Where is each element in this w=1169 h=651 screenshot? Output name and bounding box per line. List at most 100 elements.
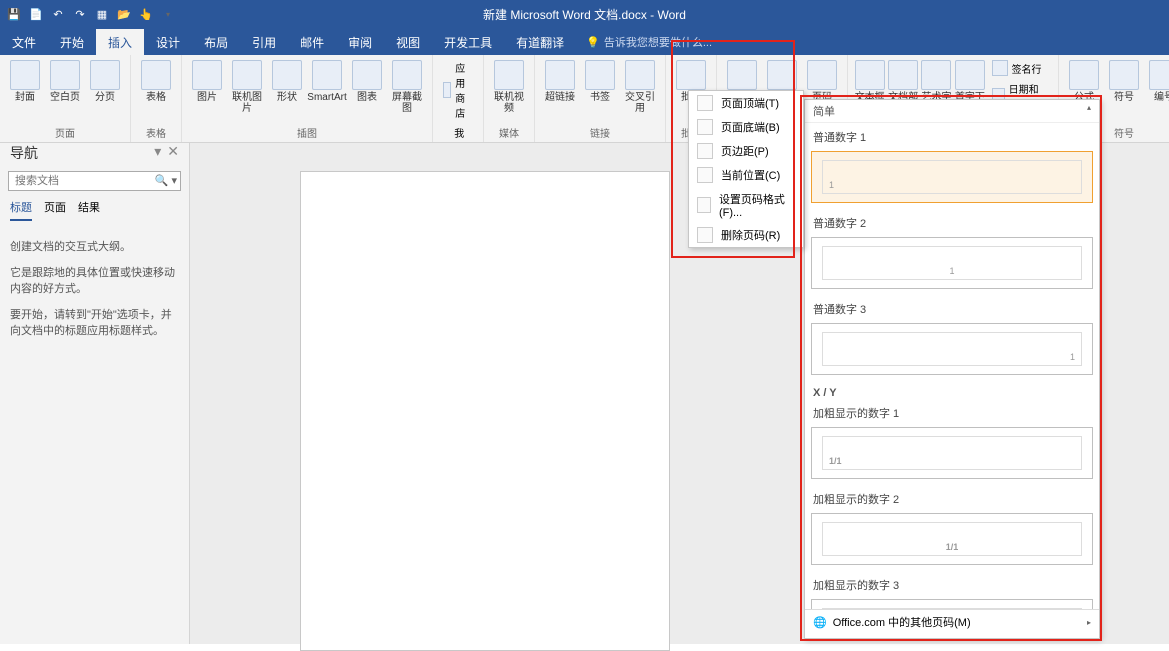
gallery-item-preview[interactable]: 1/1 xyxy=(811,513,1093,565)
nav-search: 🔍 ▾ xyxy=(8,171,181,191)
ribbon-btn[interactable]: 联机视频 xyxy=(490,58,528,116)
lightbulb-icon: 💡 xyxy=(586,36,600,49)
search-icon[interactable]: 🔍 ▾ xyxy=(155,174,177,187)
nav-body: 创建文档的交互式大纲。 它是跟踪地的具体位置或快速移动内容的好方式。 要开始，请… xyxy=(0,227,189,361)
page-number-preview: 1 xyxy=(1070,352,1075,362)
touch-icon[interactable]: 👆 xyxy=(138,7,154,23)
dropdown-item-label: 页边距(P) xyxy=(721,143,769,159)
gallery-item-preview[interactable]: 1/1 xyxy=(811,599,1093,609)
tab-design[interactable]: 设计 xyxy=(144,29,192,55)
tab-home[interactable]: 开始 xyxy=(48,29,96,55)
ribbon-btn-small[interactable]: 签名行 xyxy=(988,58,1052,78)
ribbon-label: 屏幕截图 xyxy=(388,92,426,114)
ribbon-btn[interactable]: 图表 xyxy=(348,58,386,105)
tab-references[interactable]: 引用 xyxy=(240,29,288,55)
open-icon[interactable]: 📂 xyxy=(116,7,132,23)
gallery-collapse-icon[interactable]: ▴ xyxy=(1087,103,1091,119)
redo-icon[interactable]: ↷ xyxy=(72,7,88,23)
dropdown-item-icon xyxy=(697,119,713,135)
ribbon-icon xyxy=(1109,60,1139,90)
ribbon-btn[interactable]: 艺术字 xyxy=(921,58,952,105)
ribbon-btn[interactable]: SmartArt xyxy=(308,58,346,105)
chevron-right-icon: ▸ xyxy=(1087,618,1091,627)
ribbon-label: 应用商店 xyxy=(455,60,473,120)
ribbon-icon xyxy=(494,60,524,90)
dropdown-item[interactable]: 页边距(P) xyxy=(689,139,803,163)
preview-icon[interactable]: ▦ xyxy=(94,7,110,23)
tab-mailings[interactable]: 邮件 xyxy=(288,29,336,55)
ribbon-group-4: 联机视频媒体 xyxy=(484,55,535,142)
ribbon-btn[interactable]: 公式 xyxy=(1065,58,1103,105)
tab-layout[interactable]: 布局 xyxy=(192,29,240,55)
ribbon-icon xyxy=(888,60,918,90)
nav-close-icon[interactable]: ✕ xyxy=(167,143,179,163)
gallery-office-more[interactable]: 🌐 Office.com 中的其他页码(M) ▸ xyxy=(805,609,1099,634)
save-icon[interactable]: 💾 xyxy=(6,7,22,23)
tab-developer[interactable]: 开发工具 xyxy=(432,29,504,55)
ribbon-group-label: 媒体 xyxy=(490,123,528,142)
dropdown-item-label: 当前位置(C) xyxy=(721,167,780,183)
ribbon-btn[interactable]: 屏幕截图 xyxy=(388,58,426,116)
ribbon-btn[interactable]: 页码 xyxy=(803,58,841,105)
ribbon-icon xyxy=(585,60,615,90)
nav-tab-pages[interactable]: 页面 xyxy=(44,199,66,221)
ribbon-group-label: 页面 xyxy=(6,123,124,142)
dropdown-item-label: 设置页码格式(F)... xyxy=(719,191,795,219)
ribbon-btn[interactable]: 超链接 xyxy=(541,58,579,105)
dropdown-item[interactable]: 设置页码格式(F)... xyxy=(689,187,803,223)
nav-tab-results[interactable]: 结果 xyxy=(78,199,100,221)
tab-file[interactable]: 文件 xyxy=(0,29,48,55)
new-icon[interactable]: 📄 xyxy=(28,7,44,23)
ribbon-btn[interactable]: 分页 xyxy=(86,58,124,105)
ribbon-icon xyxy=(855,60,885,90)
tell-me-search[interactable]: 💡 告诉我您想要做什么... xyxy=(586,29,712,55)
menu-bar: 文件 开始 插入 设计 布局 引用 邮件 审阅 视图 开发工具 有道翻译 💡 告… xyxy=(0,29,1169,55)
ribbon-btn[interactable]: 封面 xyxy=(6,58,44,105)
ribbon-btn[interactable]: 交叉引用 xyxy=(621,58,659,116)
ribbon-label: 形状 xyxy=(277,92,297,103)
office-icon: 🌐 xyxy=(813,616,827,629)
ribbon-icon xyxy=(272,60,302,90)
ribbon-group-5: 超链接书签交叉引用链接 xyxy=(535,55,666,142)
ribbon-icon xyxy=(443,82,451,98)
ribbon-btn[interactable]: 联机图片 xyxy=(228,58,266,116)
ribbon-icon xyxy=(392,60,422,90)
tab-view[interactable]: 视图 xyxy=(384,29,432,55)
ribbon-label: 签名行 xyxy=(1012,61,1042,76)
ribbon-icon xyxy=(992,60,1008,76)
nav-tab-headings[interactable]: 标题 xyxy=(10,199,32,221)
nav-dropdown-icon[interactable]: ▾ xyxy=(154,143,161,163)
page[interactable] xyxy=(300,171,670,651)
ribbon-btn[interactable]: 表格 xyxy=(137,58,175,105)
gallery-item-preview[interactable]: 1 xyxy=(811,323,1093,375)
dropdown-item[interactable]: 页面顶端(T) xyxy=(689,91,803,115)
tab-youdao[interactable]: 有道翻译 xyxy=(504,29,576,55)
qat-more-icon[interactable]: ▾ xyxy=(160,7,176,23)
nav-title: 导航 xyxy=(10,143,38,163)
ribbon-btn[interactable]: 图片 xyxy=(188,58,226,105)
gallery-item-preview[interactable]: 1/1 xyxy=(811,427,1093,479)
dropdown-item[interactable]: 页面底端(B) xyxy=(689,115,803,139)
page-number-preview: 1 xyxy=(949,266,954,276)
titlebar: 💾 📄 ↶ ↷ ▦ 📂 👆 ▾ 新建 Microsoft Word 文档.doc… xyxy=(0,0,1169,29)
gallery-item-label: 加粗显示的数字 1 xyxy=(811,401,1093,425)
gallery-item-preview[interactable]: 1 xyxy=(811,151,1093,203)
ribbon-btn-small[interactable]: 应用商店 xyxy=(439,58,477,122)
ribbon-icon xyxy=(141,60,171,90)
ribbon-icon xyxy=(232,60,262,90)
undo-icon[interactable]: ↶ xyxy=(50,7,66,23)
dropdown-item[interactable]: 当前位置(C) xyxy=(689,163,803,187)
tab-insert[interactable]: 插入 xyxy=(96,29,144,55)
ribbon-group-2: 图片联机图片形状SmartArt图表屏幕截图插图 xyxy=(182,55,433,142)
tab-review[interactable]: 审阅 xyxy=(336,29,384,55)
ribbon-btn[interactable]: 空白页 xyxy=(46,58,84,105)
ribbon-btn[interactable]: 文本框 xyxy=(854,58,885,105)
ribbon-btn[interactable]: 编号 xyxy=(1145,58,1169,105)
ribbon-btn[interactable]: 形状 xyxy=(268,58,306,105)
dropdown-item[interactable]: 删除页码(R) xyxy=(689,223,803,247)
ribbon-btn[interactable]: 符号 xyxy=(1105,58,1143,105)
gallery-item-preview[interactable]: 1 xyxy=(811,237,1093,289)
ribbon-icon xyxy=(10,60,40,90)
ribbon-btn[interactable]: 书签 xyxy=(581,58,619,105)
ribbon-label: 符号 xyxy=(1114,92,1134,103)
